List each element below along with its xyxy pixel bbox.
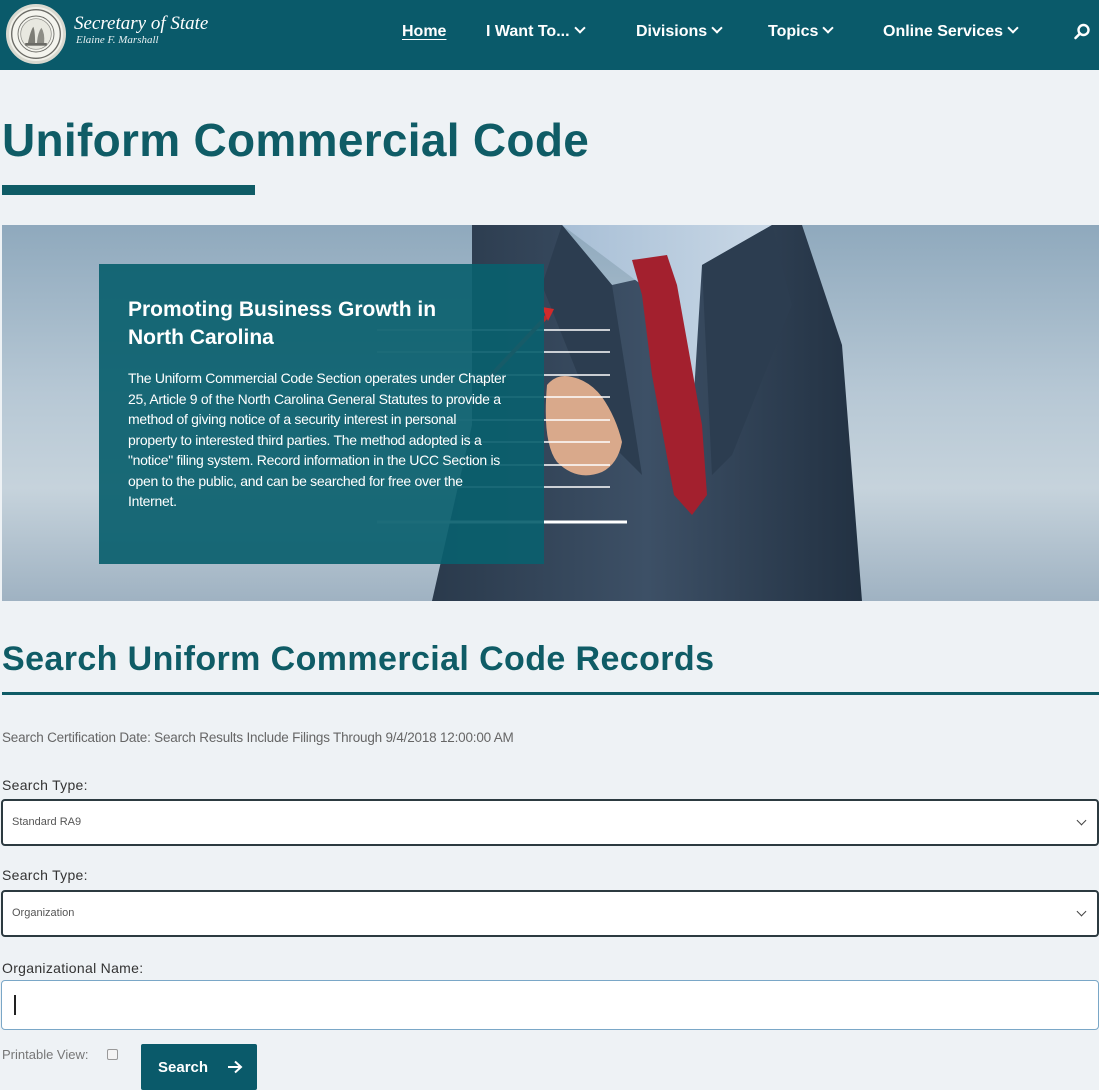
printable-view-checkbox[interactable] (107, 1049, 118, 1060)
search-subtype-selected-value: Organization (12, 907, 75, 919)
nav-online-services-label: Online Services (883, 23, 1004, 40)
nav-i-want-to-label: I Want To... (486, 23, 570, 40)
certification-date-text: Search Certification Date: Search Result… (2, 730, 514, 745)
search-section-title: Search Uniform Commercial Code Records (2, 640, 715, 678)
brand-subtitle: Elaine F. Marshall (76, 34, 159, 46)
nav-divisions[interactable]: Divisions (636, 22, 723, 42)
search-button-label: Search (158, 1059, 209, 1076)
search-button[interactable]: Search (141, 1044, 257, 1090)
text-cursor (14, 995, 16, 1015)
nav-topics-label: Topics (768, 23, 819, 40)
printable-view-label: Printable View: (2, 1047, 89, 1062)
hero-banner: Promoting Business Growth in North Carol… (2, 225, 1099, 601)
title-underline (2, 185, 255, 195)
hero-body-text: The Uniform Commercial Code Section oper… (128, 370, 506, 509)
search-subtype-label: Search Type: (2, 867, 88, 883)
chevron-down-icon (1076, 906, 1087, 917)
search-type-selected-value: Standard RA9 (12, 816, 82, 828)
search-subtype-select[interactable]: Organization (1, 890, 1099, 937)
site-header: Secretary of State Elaine F. Marshall Ho… (0, 0, 1099, 70)
arrow-right-icon (228, 1060, 243, 1074)
nav-i-want-to[interactable]: I Want To... (486, 22, 586, 42)
chevron-down-icon (573, 22, 586, 34)
brand-title[interactable]: Secretary of State (74, 14, 208, 33)
section-divider (2, 692, 1099, 695)
hero-info-card: Promoting Business Growth in North Carol… (99, 264, 544, 564)
organizational-name-label: Organizational Name: (2, 960, 144, 976)
search-type-select[interactable]: Standard RA9 (1, 799, 1099, 846)
chevron-down-icon (711, 22, 723, 34)
nav-home[interactable]: Home (402, 22, 446, 42)
chevron-down-icon (822, 22, 835, 34)
nav-online-services[interactable]: Online Services (883, 22, 1019, 42)
hero-heading: Promoting Business Growth in North Carol… (128, 298, 437, 349)
chevron-down-icon (1076, 815, 1087, 826)
search-type-label: Search Type: (2, 777, 88, 793)
page-title: Uniform Commercial Code (2, 114, 590, 166)
organizational-name-input[interactable] (1, 980, 1099, 1030)
search-icon[interactable] (1072, 22, 1092, 42)
nav-divisions-label: Divisions (636, 23, 708, 40)
chevron-down-icon (1007, 22, 1019, 34)
state-seal-logo[interactable] (6, 4, 66, 64)
nav-topics[interactable]: Topics (768, 22, 835, 42)
